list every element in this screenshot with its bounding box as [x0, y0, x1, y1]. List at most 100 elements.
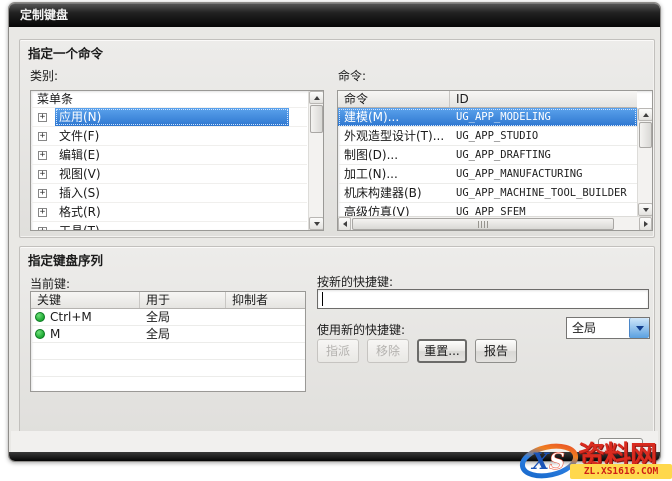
- scroll-left-icon[interactable]: [338, 217, 351, 230]
- column-command[interactable]: 命令: [338, 91, 450, 107]
- key-suppressor: [226, 326, 305, 342]
- command-name: 外观造型设计(T)...: [344, 129, 445, 143]
- command-row[interactable]: 加工(N)... UG_APP_MANUFACTURING: [338, 165, 637, 184]
- current-keys-header: 关键 用于 抑制者: [31, 292, 305, 309]
- category-item[interactable]: + 应用(N): [31, 108, 307, 127]
- commands-table-header: 命令 ID: [338, 91, 637, 108]
- category-item[interactable]: + 视图(V): [31, 165, 307, 184]
- key-row-empty[interactable]: [31, 343, 305, 360]
- key-scope: 全局: [146, 327, 171, 341]
- commands-table-rows: 建模(M)... UG_APP_MODELING 外观造型设计(T)... UG…: [338, 108, 637, 216]
- expand-icon[interactable]: +: [38, 151, 47, 160]
- assign-button[interactable]: 指派: [317, 339, 359, 363]
- scroll-up-icon[interactable]: [638, 108, 652, 121]
- window-title: 定制键盘: [20, 8, 69, 22]
- category-tree-rows: 菜单条 + 应用(N) + 文件(F) + 编辑(E) + 视图(V) + 插入…: [31, 91, 307, 230]
- command-id: UG_APP_DRAFTING: [456, 149, 551, 161]
- column-suppressor[interactable]: 抑制者: [226, 292, 305, 308]
- command-row[interactable]: 建模(M)... UG_APP_MODELING: [338, 108, 637, 127]
- press-new-shortcut-label: 按新的快捷键:: [317, 275, 394, 289]
- key-row-empty[interactable]: [31, 360, 305, 377]
- watermark: XS 资料网 ZL.XS1616.COM: [518, 434, 672, 481]
- commands-table: 命令 ID 建模(M)... UG_APP_MODELING 外观造型设计(T)…: [337, 90, 653, 231]
- command-name: 机床构建器(B): [344, 186, 422, 200]
- category-item[interactable]: + 插入(S): [31, 184, 307, 203]
- key-scope: 全局: [146, 310, 171, 324]
- expand-icon[interactable]: +: [38, 189, 47, 198]
- customize-keyboard-dialog: 定制键盘 指定一个命令 类别: 菜单条 + 应用(N) + 文件(F) + 编辑…: [8, 2, 661, 462]
- command-id: UG_APP_SFEM: [456, 206, 526, 216]
- category-item[interactable]: + 编辑(E): [31, 146, 307, 165]
- key-cell: M: [31, 326, 140, 342]
- command-id: UG_APP_MACHINE_TOOL_BUILDER: [456, 187, 627, 199]
- title-bar[interactable]: 定制键盘: [9, 3, 660, 27]
- column-key[interactable]: 关键: [31, 292, 140, 308]
- column-id[interactable]: ID: [450, 91, 637, 107]
- scroll-thumb[interactable]: [639, 122, 652, 148]
- command-id: UG_APP_STUDIO: [456, 130, 539, 142]
- scroll-down-icon[interactable]: [309, 217, 323, 230]
- specify-sequence-group: 指定键盘序列 当前键: 关键 用于 抑制者 Ctrl+M 全局 M 全局 按新的…: [19, 246, 655, 435]
- specify-command-title: 指定一个命令: [28, 46, 104, 61]
- specify-sequence-title: 指定键盘序列: [28, 253, 104, 268]
- scroll-thumb[interactable]: [352, 218, 614, 230]
- key-active-icon: [35, 329, 45, 339]
- svg-text:XS: XS: [530, 449, 565, 475]
- expand-icon[interactable]: +: [38, 113, 47, 122]
- key-text: M: [50, 327, 61, 341]
- specify-command-group: 指定一个命令 类别: 菜单条 + 应用(N) + 文件(F) + 编辑(E) +…: [19, 39, 655, 238]
- category-item[interactable]: + 工具(T): [31, 222, 307, 230]
- category-item-label: 格式(R): [59, 205, 101, 219]
- expand-icon[interactable]: +: [38, 132, 47, 141]
- key-row-empty[interactable]: [31, 377, 305, 391]
- scope-dropdown-value: 全局: [572, 321, 597, 335]
- scroll-down-icon[interactable]: [638, 203, 652, 216]
- column-scope[interactable]: 用于: [140, 292, 226, 308]
- remove-button[interactable]: 移除: [367, 339, 409, 363]
- key-row[interactable]: Ctrl+M 全局: [31, 309, 305, 326]
- commands-vertical-scrollbar[interactable]: [637, 108, 652, 216]
- scope-dropdown[interactable]: 全局: [566, 317, 650, 339]
- category-item[interactable]: + 文件(F): [31, 127, 307, 146]
- scroll-right-icon[interactable]: [639, 217, 652, 230]
- command-name: 建模(M)...: [344, 110, 400, 124]
- scroll-thumb[interactable]: [310, 105, 323, 133]
- key-text: Ctrl+M: [50, 310, 92, 324]
- current-keys-table: 关键 用于 抑制者 Ctrl+M 全局 M 全局: [30, 291, 306, 392]
- key-cell: Ctrl+M: [31, 309, 140, 325]
- category-item-label: 插入(S): [59, 186, 100, 200]
- chevron-down-icon: [635, 325, 644, 331]
- dropdown-button[interactable]: [629, 318, 649, 338]
- use-new-shortcut-label: 使用新的快捷键:: [317, 323, 406, 337]
- category-item-label: 应用(N): [55, 108, 289, 126]
- command-row[interactable]: 机床构建器(B) UG_APP_MACHINE_TOOL_BUILDER: [338, 184, 637, 203]
- command-name: 加工(N)...: [344, 167, 398, 181]
- key-suppressor: [226, 309, 305, 325]
- category-label: 类别:: [30, 69, 59, 83]
- category-item-root[interactable]: 菜单条: [31, 91, 307, 108]
- command-row[interactable]: 高级仿真(V) UG_APP_SFEM: [338, 203, 637, 216]
- expand-icon[interactable]: +: [38, 208, 47, 217]
- scroll-up-icon[interactable]: [309, 91, 323, 104]
- new-shortcut-input[interactable]: [317, 289, 649, 309]
- reset-button[interactable]: 重置...: [417, 339, 467, 363]
- command-name: 制图(D)...: [344, 148, 399, 162]
- command-row[interactable]: 外观造型设计(T)... UG_APP_STUDIO: [338, 127, 637, 146]
- category-tree-scrollbar[interactable]: [308, 91, 323, 230]
- category-item-label: 工具(T): [55, 222, 289, 230]
- category-item-label: 视图(V): [59, 167, 101, 181]
- key-active-icon: [35, 312, 45, 322]
- category-item-label: 文件(F): [59, 129, 100, 143]
- category-item[interactable]: + 格式(R): [31, 203, 307, 222]
- expand-icon[interactable]: +: [38, 227, 47, 230]
- report-button[interactable]: 报告: [475, 339, 517, 363]
- new-shortcut-field[interactable]: [318, 290, 648, 308]
- command-row[interactable]: 制图(D)... UG_APP_DRAFTING: [338, 146, 637, 165]
- commands-label: 命令:: [338, 69, 367, 83]
- category-tree: 菜单条 + 应用(N) + 文件(F) + 编辑(E) + 视图(V) + 插入…: [30, 90, 324, 231]
- commands-horizontal-scrollbar[interactable]: [338, 216, 652, 230]
- key-row[interactable]: M 全局: [31, 326, 305, 343]
- expand-icon[interactable]: +: [38, 170, 47, 179]
- watermark-site-url: ZL.XS1616.COM: [570, 464, 672, 479]
- current-keys-label: 当前键:: [30, 277, 71, 291]
